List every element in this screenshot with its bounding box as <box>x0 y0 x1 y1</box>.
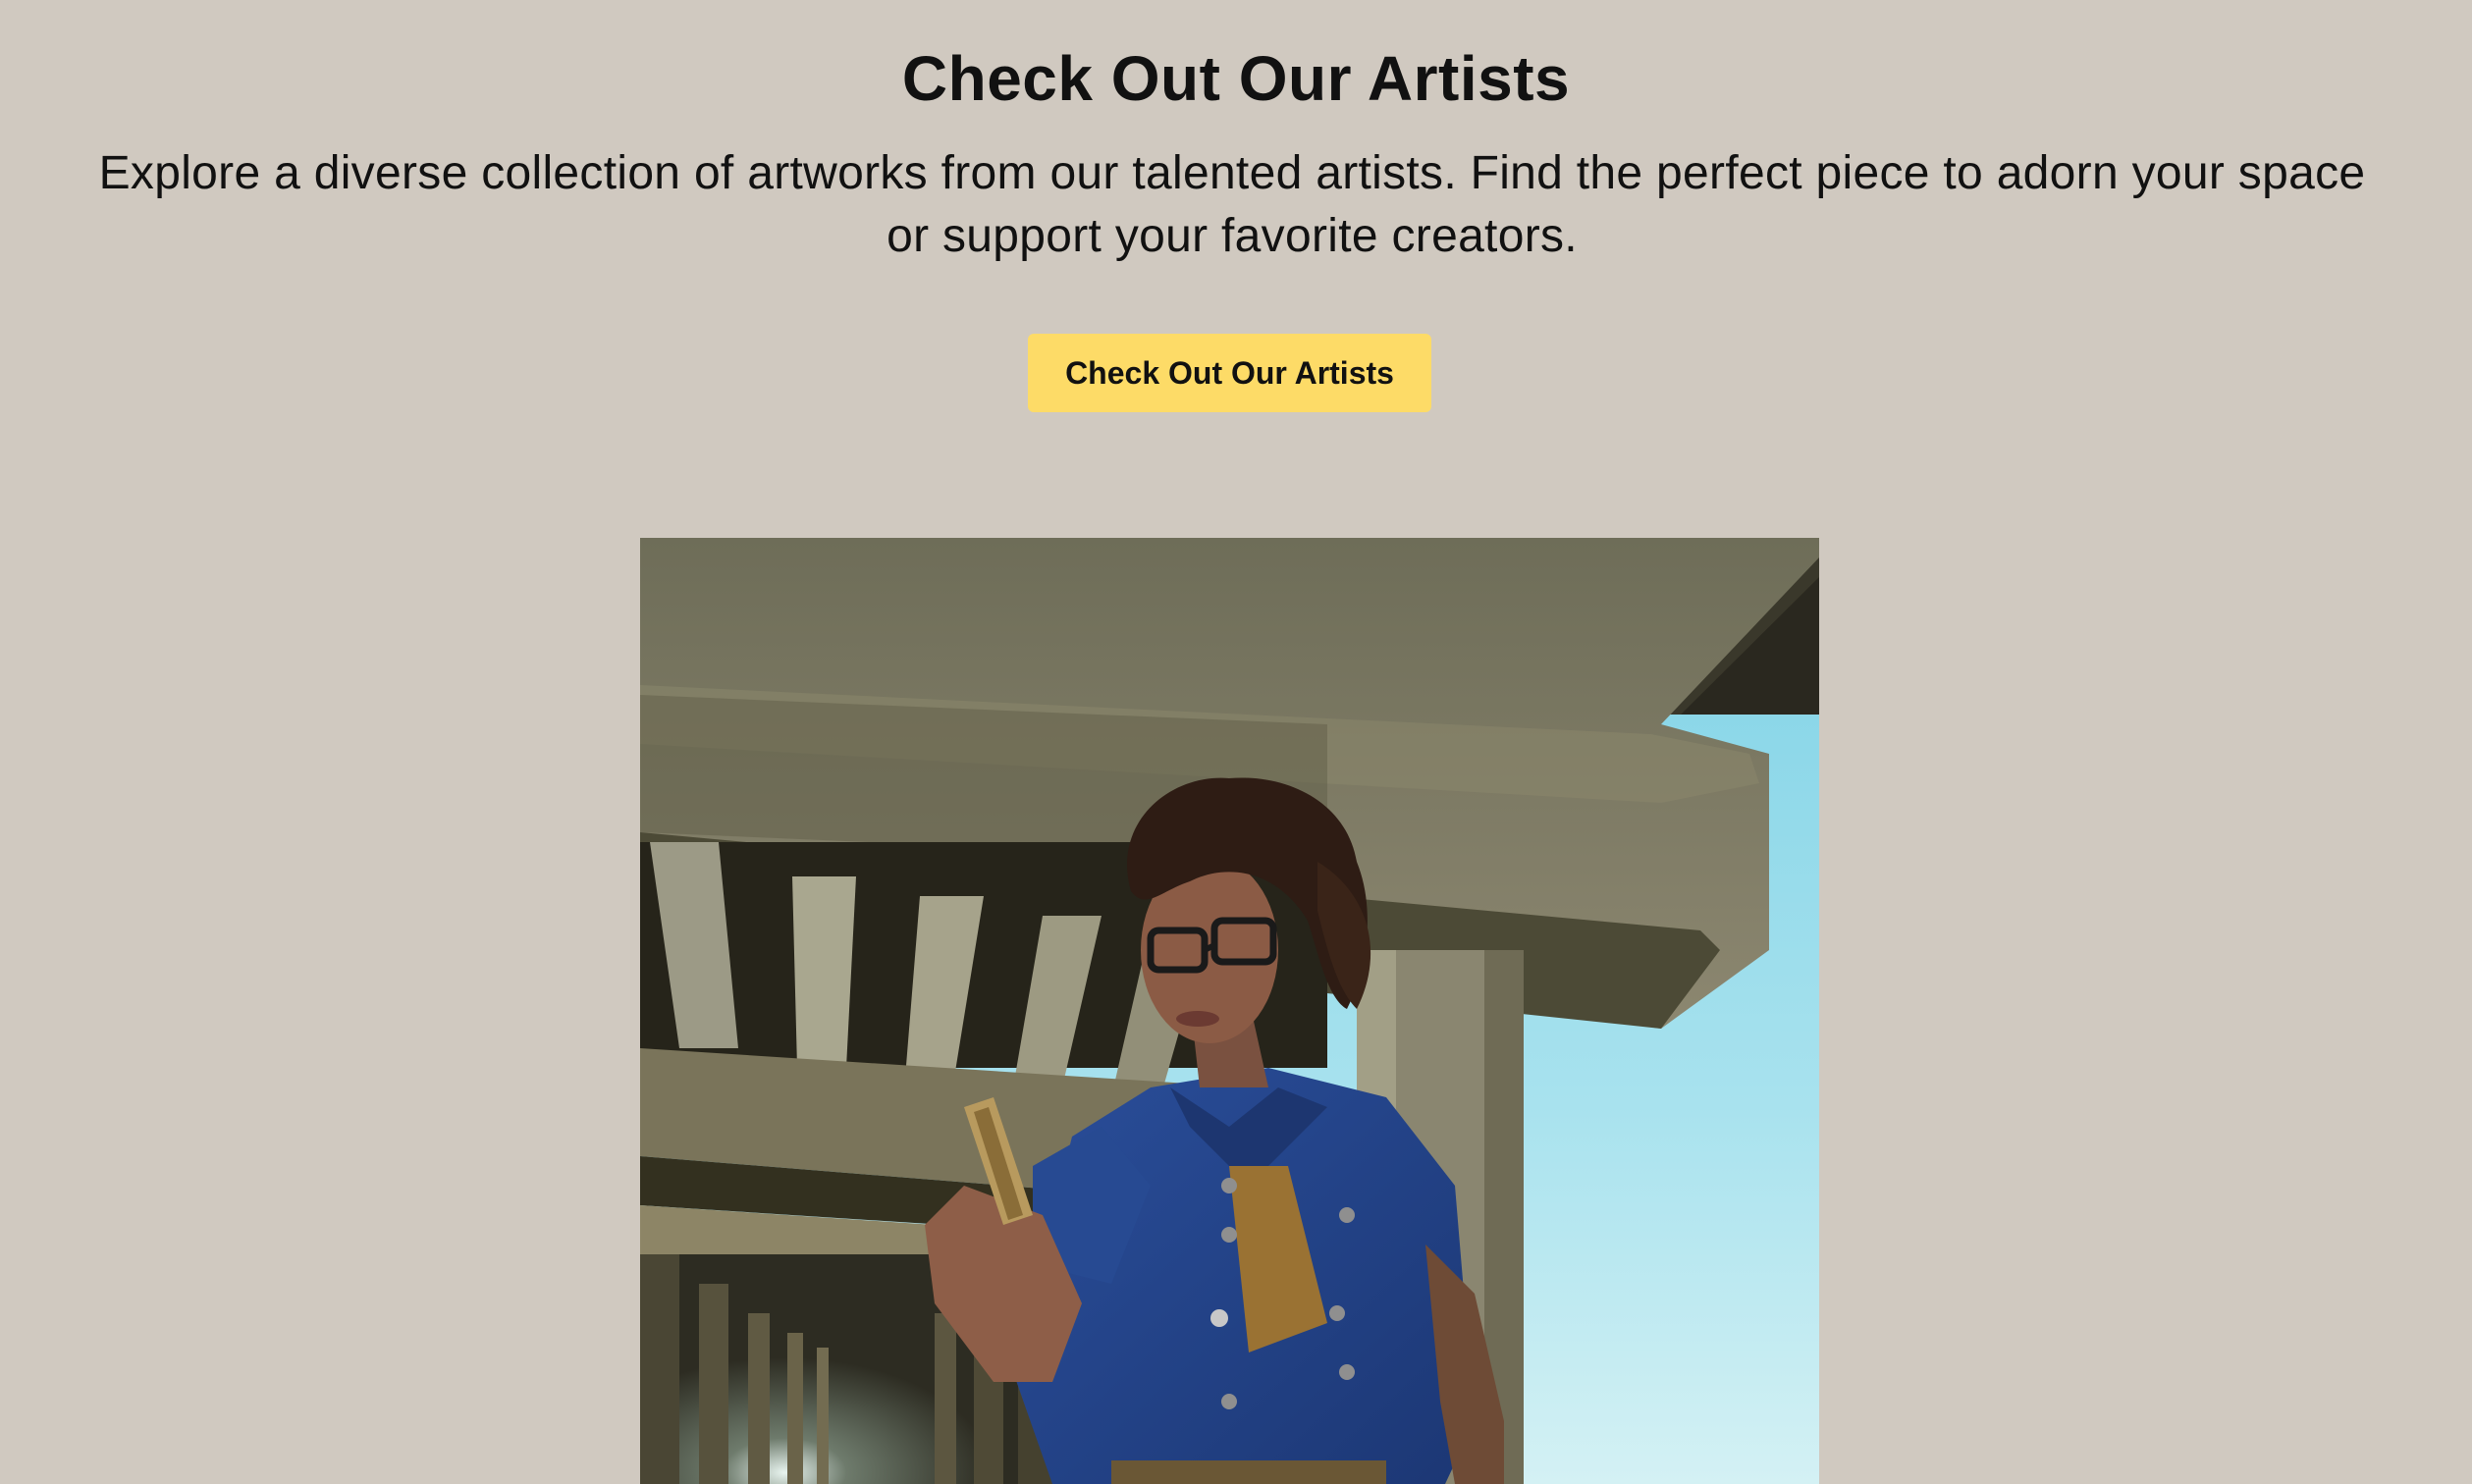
page-title: Check Out Our Artists <box>901 43 1571 114</box>
artists-hero-page: Check Out Our Artists Explore a diverse … <box>0 0 2472 1484</box>
hero-subtitle: Explore a diverse collection of artworks… <box>98 147 2366 262</box>
featured-artist-photo <box>640 538 1819 1484</box>
check-out-artists-button[interactable]: Check Out Our Artists <box>1028 334 1431 412</box>
